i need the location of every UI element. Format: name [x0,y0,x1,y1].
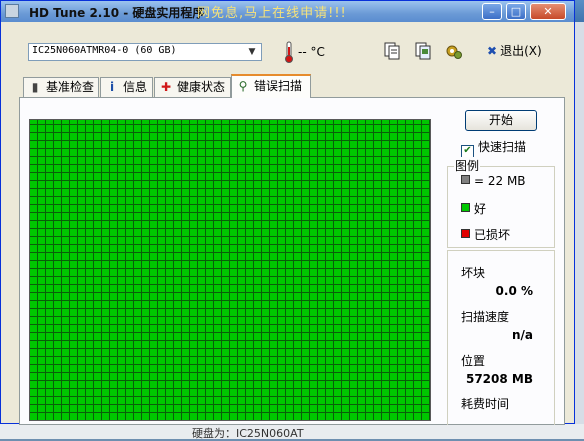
scan-block-grid [29,119,431,421]
legend-block-size-label: = 22 MB [474,174,526,188]
tab-error-scan-label: 错误扫描 [254,79,303,93]
legend-swatch-gray [461,175,470,184]
benchmark-icon: ▮ [31,80,39,94]
position-label: 位置 [461,354,486,368]
tab-health[interactable]: ✚ 健康状态 [154,77,231,97]
tab-error-scan[interactable]: ⚲ 错误扫描 [231,74,311,98]
bad-blocks-label: 坏块 [461,266,486,280]
background-promo-text: 网免息,马上在线申请!!! [197,6,347,21]
background-status-strip: 硬盘为：IC25N060AT [0,424,584,440]
chevron-down-icon[interactable]: ▼ [245,45,259,59]
legend-item-good: 好 [461,200,486,217]
quick-scan-checkbox[interactable]: ✔ 快速扫描 [461,138,526,158]
position-value: 57208 MB [465,372,533,386]
drive-select-value: IC25N060ATMR04-0 (60 GB) [32,45,177,56]
legend-swatch-green [461,203,470,212]
quick-scan-label: 快速扫描 [478,140,527,154]
temperature-readout: -- °C [298,45,325,59]
window-title: HD Tune 2.10 - 硬盘实用程序 [29,6,205,20]
maximize-button[interactable]: □ [506,3,526,20]
scan-speed-label: 扫描速度 [461,310,510,324]
copy-info-icon[interactable] [382,41,402,61]
thermometer-icon [285,41,293,63]
legend-title: 图例 [454,157,481,174]
start-button[interactable]: 开始 [465,110,537,131]
app-icon [5,4,19,18]
tab-health-label: 健康状态 [177,80,226,94]
magnifier-icon: ⚲ [238,79,248,93]
exit-label: 退出(X) [500,44,542,58]
options-icon[interactable] [444,41,464,61]
drive-select[interactable]: IC25N060ATMR04-0 (60 GB) ▼ [28,43,262,61]
tab-benchmark[interactable]: ▮ 基准检查 [23,77,99,97]
info-icon: i [109,80,115,94]
legend-damaged-label: 已损坏 [474,228,511,242]
title-bar[interactable]: HD Tune 2.10 - 硬盘实用程序 网免息,马上在线申请!!! – □ … [1,1,574,22]
close-button[interactable]: ✕ [530,3,566,20]
copy-screenshot-icon[interactable] [413,41,433,61]
exit-icon: ✖ [487,44,498,58]
legend-item-damaged: 已损坏 [461,226,510,243]
bad-blocks-value: 0.0 % [495,284,533,298]
legend-item-block-size: = 22 MB [461,174,526,188]
tab-info-label: 信息 [123,80,148,94]
tab-info[interactable]: i 信息 [100,77,153,97]
elapsed-time-label: 耗费时间 [461,397,510,411]
legend-good-label: 好 [474,202,487,216]
tab-benchmark-label: 基准检查 [46,80,95,94]
desktop-background-right [575,22,584,439]
minimize-button[interactable]: – [482,3,502,20]
health-icon: ✚ [160,80,172,94]
hdtune-window: HD Tune 2.10 - 硬盘实用程序 网免息,马上在线申请!!! – □ … [0,0,575,425]
legend-swatch-red [461,229,470,238]
scan-speed-value: n/a [511,328,533,342]
exit-button[interactable]: ✖ 退出(X) [487,42,542,59]
